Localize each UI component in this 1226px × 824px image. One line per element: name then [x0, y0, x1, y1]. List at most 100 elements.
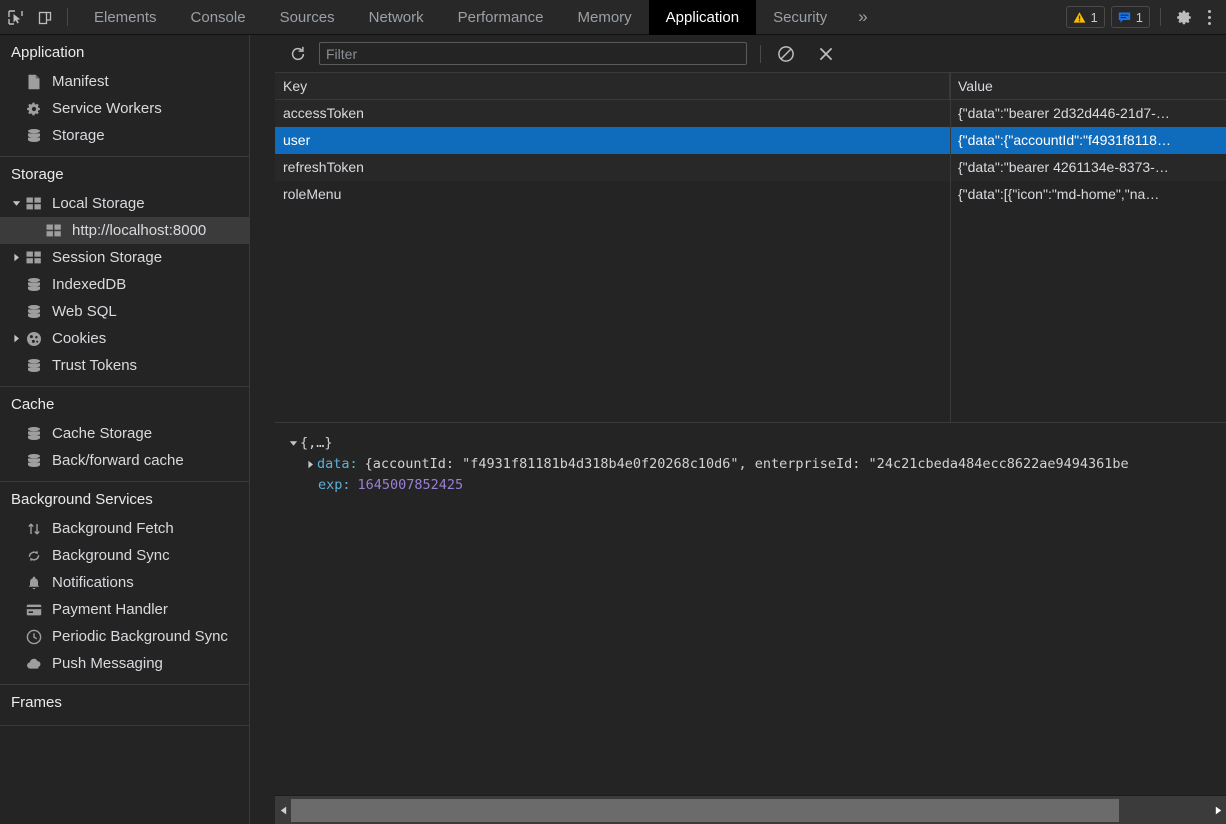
table-header-row: Key Value — [275, 72, 1226, 100]
cell-value: {"data":"bearer 4261134e-8373-… — [958, 159, 1169, 175]
cell-key: user — [283, 132, 311, 148]
database-icon — [24, 128, 43, 144]
scroll-right-arrow-icon[interactable] — [1210, 797, 1226, 824]
device-toolbar-icon[interactable] — [30, 3, 60, 31]
sidebar-item-label: Push Messaging — [52, 655, 163, 672]
sidebar-item-trust-tokens[interactable]: Trust Tokens — [0, 352, 249, 379]
sidebar-item-cookies[interactable]: Cookies — [0, 325, 249, 352]
inspect-cursor-icon[interactable] — [0, 3, 30, 31]
storage-panel-toolbar — [275, 35, 1226, 73]
preview-key-data: data: — [317, 456, 358, 472]
tab-console[interactable]: Console — [174, 0, 263, 35]
sidebar-item-back-forward-cache[interactable]: Back/forward cache — [0, 447, 249, 474]
column-header-key[interactable]: Key — [275, 72, 950, 100]
toolbar-right-group: 1 1 — [1065, 3, 1226, 31]
kebab-menu-icon[interactable] — [1199, 9, 1220, 25]
sidebar-item-label: Cookies — [52, 330, 107, 347]
sidebar-item-label: Background Sync — [52, 547, 170, 564]
sidebar-group-cache: Cache Cache Storage Back/forward cache — [0, 387, 249, 482]
chevron-down-icon[interactable] — [10, 199, 23, 208]
credit-card-icon — [24, 603, 43, 617]
sidebar-item-web-sql[interactable]: Web SQL — [0, 298, 249, 325]
bell-icon — [24, 575, 43, 591]
gear-icon[interactable] — [1169, 3, 1199, 31]
sidebar-item-background-sync[interactable]: Background Sync — [0, 542, 249, 569]
more-tabs-button[interactable]: » — [844, 0, 881, 35]
tab-performance[interactable]: Performance — [441, 0, 561, 35]
tab-memory[interactable]: Memory — [561, 0, 649, 35]
database-icon — [24, 358, 43, 374]
chevron-right-icon[interactable] — [10, 334, 23, 343]
sidebar-item-label: Web SQL — [52, 303, 117, 320]
sidebar-heading-cache: Cache — [11, 396, 55, 413]
delete-selected-icon[interactable] — [813, 41, 839, 67]
horizontal-scrollbar-thumb[interactable] — [291, 798, 1119, 822]
sidebar-item-local-storage[interactable]: Local Storage — [0, 190, 249, 217]
value-preview-pane: {,…} data: {accountId: "f4931f81181b4d31… — [275, 424, 1226, 795]
scroll-left-arrow-icon[interactable] — [275, 797, 291, 824]
chevron-right-icon[interactable] — [10, 253, 23, 262]
table-grid-icon — [24, 197, 43, 210]
tab-application[interactable]: Application — [648, 0, 757, 35]
table-row[interactable]: refreshToken {"data":"bearer 4261134e-83… — [275, 154, 1226, 181]
sync-icon — [24, 548, 43, 564]
filter-input[interactable] — [319, 42, 747, 65]
sidebar-item-cache-storage[interactable]: Cache Storage — [0, 420, 249, 447]
table-grid-icon — [24, 251, 43, 264]
sidebar-item-label: Payment Handler — [52, 601, 168, 618]
database-icon — [24, 426, 43, 442]
sidebar-item-storage[interactable]: Storage — [0, 122, 249, 149]
sidebar-item-label: Back/forward cache — [52, 452, 184, 469]
column-header-value[interactable]: Value — [950, 73, 1226, 100]
preview-root-label: {,…} — [300, 435, 333, 451]
horizontal-scrollbar[interactable] — [275, 795, 1226, 824]
warning-count: 1 — [1090, 9, 1098, 25]
horizontal-scrollbar-track[interactable] — [291, 797, 1210, 824]
table-row[interactable]: user {"data":{"accountId":"f4931f8118… — [275, 127, 1226, 154]
sidebar-item-indexeddb[interactable]: IndexedDB — [0, 271, 249, 298]
sidebar-item-label: Cache Storage — [52, 425, 153, 442]
sidebar-item-periodic-background-sync[interactable]: Periodic Background Sync — [0, 623, 249, 650]
warning-badge[interactable]: 1 — [1065, 6, 1105, 28]
chevron-down-icon[interactable] — [287, 439, 300, 448]
sidebar-item-service-workers[interactable]: Service Workers — [0, 95, 249, 122]
column-resize-handle[interactable] — [950, 73, 951, 423]
cell-key: accessToken — [283, 105, 364, 121]
clock-icon — [24, 629, 43, 645]
tab-elements[interactable]: Elements — [77, 0, 174, 35]
sidebar-item-session-storage[interactable]: Session Storage — [0, 244, 249, 271]
sidebar-item-notifications[interactable]: Notifications — [0, 569, 249, 596]
sidebar-item-label: http://localhost:8000 — [72, 222, 207, 239]
sidebar-group-frames: Frames — [0, 685, 249, 726]
table-row[interactable]: accessToken {"data":"bearer 2d32d446-21d… — [275, 100, 1226, 127]
sidebar-group-storage: Storage Local Storage http://localhost:8… — [0, 157, 249, 387]
clear-all-icon[interactable] — [773, 41, 799, 67]
message-badge[interactable]: 1 — [1110, 6, 1150, 28]
sidebar-item-label: IndexedDB — [52, 276, 127, 293]
devtools-main-toolbar: Elements Console Sources Network Perform… — [0, 0, 1226, 35]
arrows-updown-icon — [24, 521, 43, 537]
sidebar-item-localhost-origin[interactable]: http://localhost:8000 — [0, 217, 249, 244]
sidebar-item-push-messaging[interactable]: Push Messaging — [0, 650, 249, 677]
sidebar-item-label: Manifest — [52, 73, 109, 90]
sidebar-item-label: Service Workers — [52, 100, 162, 117]
sidebar-item-payment-handler[interactable]: Payment Handler — [0, 596, 249, 623]
devtools-window: Elements Console Sources Network Perform… — [0, 0, 1226, 824]
tab-security[interactable]: Security — [756, 0, 844, 35]
local-storage-panel: Key Value accessToken {"data":"bearer 2d… — [275, 35, 1226, 824]
message-count: 1 — [1135, 9, 1143, 25]
preview-value-exp: 1645007852425 — [357, 477, 464, 493]
chevron-right-icon[interactable] — [304, 460, 317, 469]
sidebar-item-manifest[interactable]: Manifest — [0, 68, 249, 95]
preview-exp-line: exp: 1645007852425 — [287, 475, 1226, 496]
tab-network[interactable]: Network — [352, 0, 441, 35]
tab-sources[interactable]: Sources — [263, 0, 352, 35]
sidebar-item-label: Trust Tokens — [52, 357, 138, 374]
refresh-icon[interactable] — [285, 41, 311, 67]
table-body: accessToken {"data":"bearer 2d32d446-21d… — [275, 100, 1226, 208]
sidebar-item-label: Notifications — [52, 574, 134, 591]
sidebar-item-background-fetch[interactable]: Background Fetch — [0, 515, 249, 542]
warning-triangle-icon — [1073, 11, 1085, 23]
cloud-icon — [24, 658, 43, 670]
table-row[interactable]: roleMenu {"data":[{"icon":"md-home","na… — [275, 181, 1226, 208]
